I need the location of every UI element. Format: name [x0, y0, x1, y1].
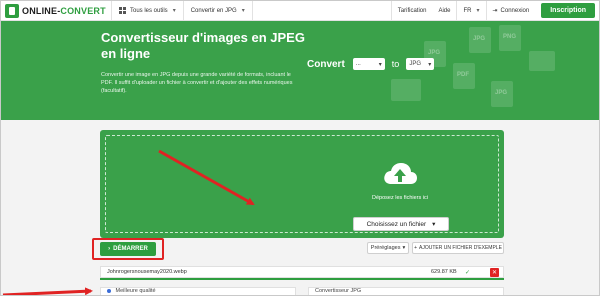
nav-divider	[251, 1, 253, 21]
chevron-down-icon: ▾	[428, 61, 432, 68]
language-select[interactable]: FR ▾	[457, 1, 485, 21]
file-list-item: Johnrogersnousemay2020.webp 629.87 KB ✓ …	[100, 266, 504, 278]
deco-label: JPG	[473, 36, 486, 42]
chevron-down-icon: ▾	[378, 61, 382, 68]
grid-icon	[119, 7, 126, 14]
converter-setting[interactable]: Convertisseur JPG	[308, 287, 504, 295]
chevron-right-icon: ›	[108, 246, 111, 252]
converter-label: Convertisseur JPG	[315, 288, 362, 294]
logo-icon	[5, 3, 19, 18]
settings-icon	[107, 288, 111, 293]
deco-label: JPG	[495, 90, 508, 96]
target-format-value: JPG	[409, 61, 421, 67]
file-dropzone[interactable]: Déposez les fichiers ici Choisissez un f…	[100, 130, 504, 238]
app-window: ONLINE-CONVERT Tous les outils ▾ Convert…	[0, 0, 600, 296]
presets-label: Préréglages	[370, 245, 401, 251]
target-format-select[interactable]: JPG ▾	[406, 58, 435, 70]
page-title: Convertisseur d'images en JPEG en ligne	[101, 30, 305, 61]
logo-text: ONLINE-CONVERT	[22, 5, 106, 16]
top-nav: ONLINE-CONVERT Tous les outils ▾ Convert…	[1, 1, 599, 21]
deco-label: PDF	[457, 72, 469, 78]
page-description: Convertir une image en JPG depuis une gr…	[101, 72, 293, 94]
chevron-down-icon: ▾	[172, 8, 176, 14]
deco-label: JPG	[428, 50, 441, 56]
cloud-upload-icon	[384, 163, 417, 184]
help-link[interactable]: Aide	[432, 1, 456, 21]
dropzone-text: Déposez les fichiers ici	[372, 195, 428, 201]
file-name: Johnrogersnousemay2020.webp	[107, 269, 187, 275]
language-label: FR	[463, 7, 472, 14]
convert-to-label: Convertir en JPG	[190, 7, 237, 14]
plus-icon: +	[414, 245, 417, 251]
logo[interactable]: ONLINE-CONVERT	[1, 1, 111, 21]
deco-label: PNG	[503, 34, 517, 40]
chart-deco-icon	[391, 79, 421, 101]
quality-label: Meilleure qualité	[115, 288, 156, 294]
check-icon: ✓	[465, 270, 471, 276]
upload-progress-bar	[100, 278, 504, 280]
start-label: DÉMARRER	[113, 246, 148, 252]
start-button[interactable]: › DÉMARRER	[100, 242, 156, 256]
example-label: AJOUTER UN FICHIER D'EXEMPLE	[419, 245, 502, 251]
login-label: Connexion	[500, 7, 530, 14]
choose-file-label: Choisissez un fichier	[366, 220, 427, 228]
source-format-value: ...	[355, 61, 361, 67]
file-size: 629.87 KB	[431, 269, 457, 275]
settings-row: Meilleure qualité Convertisseur JPG	[100, 287, 504, 295]
all-tools-label: Tous les outils	[130, 7, 168, 14]
add-example-file-button[interactable]: + AJOUTER UN FICHIER D'EXEMPLE	[412, 242, 504, 254]
chevron-down-icon: ▾	[432, 221, 436, 228]
presets-button[interactable]: Préréglages ▾	[367, 242, 409, 254]
source-format-select[interactable]: ... ▾	[352, 58, 385, 70]
nav-right: Tarification Aide FR ▾ ⇥ Connexion Inscr…	[390, 1, 599, 21]
image-deco-icon	[529, 51, 555, 71]
pricing-link[interactable]: Tarification	[392, 1, 433, 21]
chevron-down-icon: ▾	[402, 245, 406, 251]
hero-banner: JPG PNG JPG PDF JPG Convertisseur d'imag…	[1, 21, 599, 120]
convert-to-menu[interactable]: Convertir en JPG ▾	[184, 1, 252, 21]
quality-setting[interactable]: Meilleure qualité	[100, 287, 296, 295]
login-icon: ⇥	[492, 8, 498, 14]
chevron-down-icon: ▾	[241, 8, 245, 14]
choose-file-button[interactable]: Choisissez un fichier ▾	[353, 217, 449, 231]
action-bar: › DÉMARRER Préréglages ▾ + AJOUTER UN FI…	[92, 238, 512, 260]
chevron-down-icon: ▾	[476, 8, 480, 14]
all-tools-menu[interactable]: Tous les outils ▾	[112, 1, 183, 21]
convert-selector: Convert ... ▾ to JPG ▾	[307, 58, 435, 70]
convert-label: Convert	[307, 58, 345, 70]
signup-button[interactable]: Inscription	[541, 3, 595, 18]
delete-file-button[interactable]: ✕	[490, 268, 499, 277]
login-link[interactable]: ⇥ Connexion	[487, 1, 536, 21]
to-label: to	[391, 59, 400, 69]
